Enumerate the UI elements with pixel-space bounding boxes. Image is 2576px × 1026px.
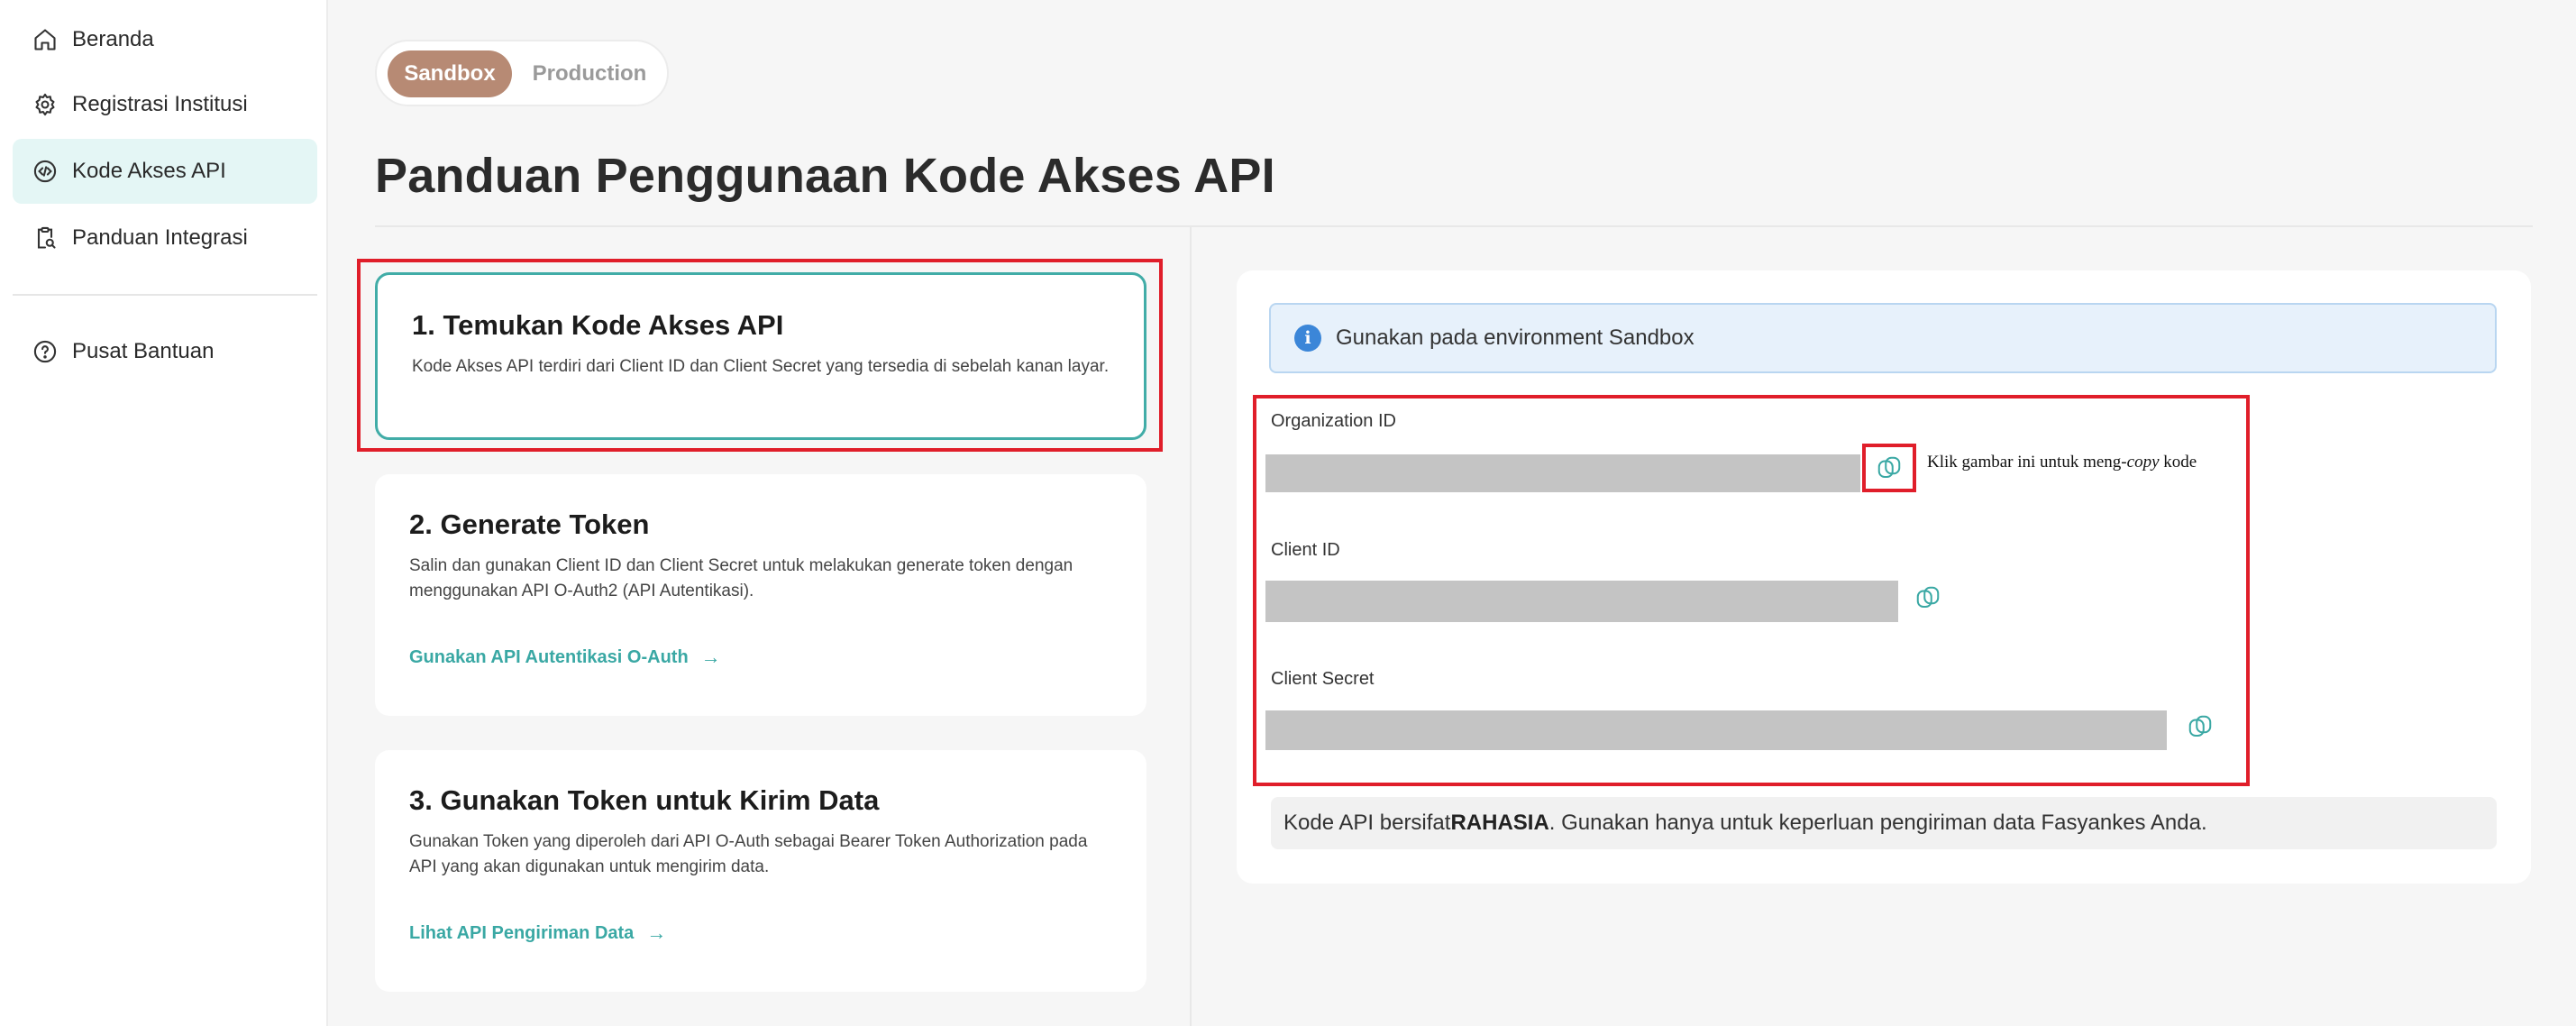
annotation-text-end: kode: [2159, 453, 2197, 472]
column-divider: [1190, 227, 1192, 1026]
client-secret-label: Client Secret: [1271, 669, 1375, 689]
sidebar: Beranda Registrasi Institusi Kode Akses …: [0, 0, 328, 1026]
sidebar-item-label: Registrasi Institusi: [72, 92, 248, 116]
info-banner-text: Gunakan pada environment Sandbox: [1336, 325, 1694, 350]
help-circle-icon: [31, 337, 59, 366]
sidebar-item-kode-akses-api[interactable]: Kode Akses API: [13, 139, 317, 204]
sidebar-item-label: Panduan Integrasi: [72, 225, 248, 250]
gear-icon: [31, 90, 59, 119]
client-id-label: Client ID: [1271, 540, 1340, 560]
organization-id-label: Organization ID: [1271, 411, 1396, 431]
copy-icon[interactable]: [1913, 582, 1943, 613]
oauth-api-link[interactable]: Gunakan API Autentikasi O-Auth →: [409, 646, 721, 669]
step-card-3: 3. Gunakan Token untuk Kirim Data Gunaka…: [375, 750, 1146, 992]
sidebar-item-beranda[interactable]: Beranda: [13, 7, 317, 72]
copy-icon[interactable]: [2185, 711, 2215, 742]
step-description: Gunakan Token yang diperoleh dari API O-…: [409, 832, 1088, 876]
notice-text: Kode API bersifat: [1283, 811, 1451, 835]
home-icon: [31, 25, 59, 54]
annotation-text: Klik gambar ini untuk meng-: [1927, 453, 2127, 472]
step-title: 2. Generate Token: [409, 508, 650, 540]
link-label: Gunakan API Autentikasi O-Auth: [409, 646, 689, 667]
notice-emphasis: RAHASIA: [1450, 811, 1549, 835]
sidebar-item-registrasi[interactable]: Registrasi Institusi: [13, 72, 317, 137]
step-title: 3. Gunakan Token untuk Kirim Data: [409, 784, 880, 816]
arrow-right-icon: →: [646, 921, 667, 944]
sandbox-tab[interactable]: Sandbox: [388, 50, 512, 97]
highlight-box-step-1: [357, 259, 1163, 452]
sidebar-item-label: Beranda: [72, 27, 154, 51]
sidebar-item-pusat-bantuan[interactable]: Pusat Bantuan: [13, 319, 317, 384]
sidebar-divider: [13, 294, 317, 296]
page-title: Panduan Penggunaan Kode Akses API: [375, 149, 1275, 203]
data-api-link[interactable]: Lihat API Pengiriman Data →: [409, 921, 666, 945]
annotation-emphasis: copy: [2126, 453, 2160, 472]
link-label: Lihat API Pengiriman Data: [409, 922, 635, 943]
info-banner: i Gunakan pada environment Sandbox: [1269, 303, 2497, 373]
notice-text-end: . Gunakan hanya untuk keperluan pengirim…: [1548, 811, 2207, 835]
highlight-box-copy-icon: [1862, 444, 1916, 492]
sidebar-item-panduan-integrasi[interactable]: Panduan Integrasi: [13, 206, 317, 270]
secret-notice: Kode API bersifat RAHASIA. Gunakan hanya…: [1271, 797, 2497, 849]
title-divider: [375, 225, 2533, 227]
step-description: Salin dan gunakan Client ID dan Client S…: [409, 556, 1073, 600]
info-icon: i: [1294, 325, 1321, 352]
clipboard-search-icon: [31, 224, 59, 252]
client-secret-value: [1265, 710, 2167, 750]
sidebar-item-label: Kode Akses API: [72, 159, 226, 183]
environment-toggle: Sandbox Production: [375, 40, 669, 106]
copy-hint-annotation: Klik gambar ini untuk meng-copy kode: [1927, 453, 2197, 472]
production-tab[interactable]: Production: [519, 50, 660, 97]
code-icon: [31, 157, 59, 186]
client-id-value: [1265, 581, 1898, 622]
arrow-right-icon: →: [700, 646, 721, 668]
organization-id-value: [1265, 454, 1860, 492]
step-card-2: 2. Generate Token Salin dan gunakan Clie…: [375, 474, 1146, 716]
sidebar-item-label: Pusat Bantuan: [72, 339, 215, 363]
